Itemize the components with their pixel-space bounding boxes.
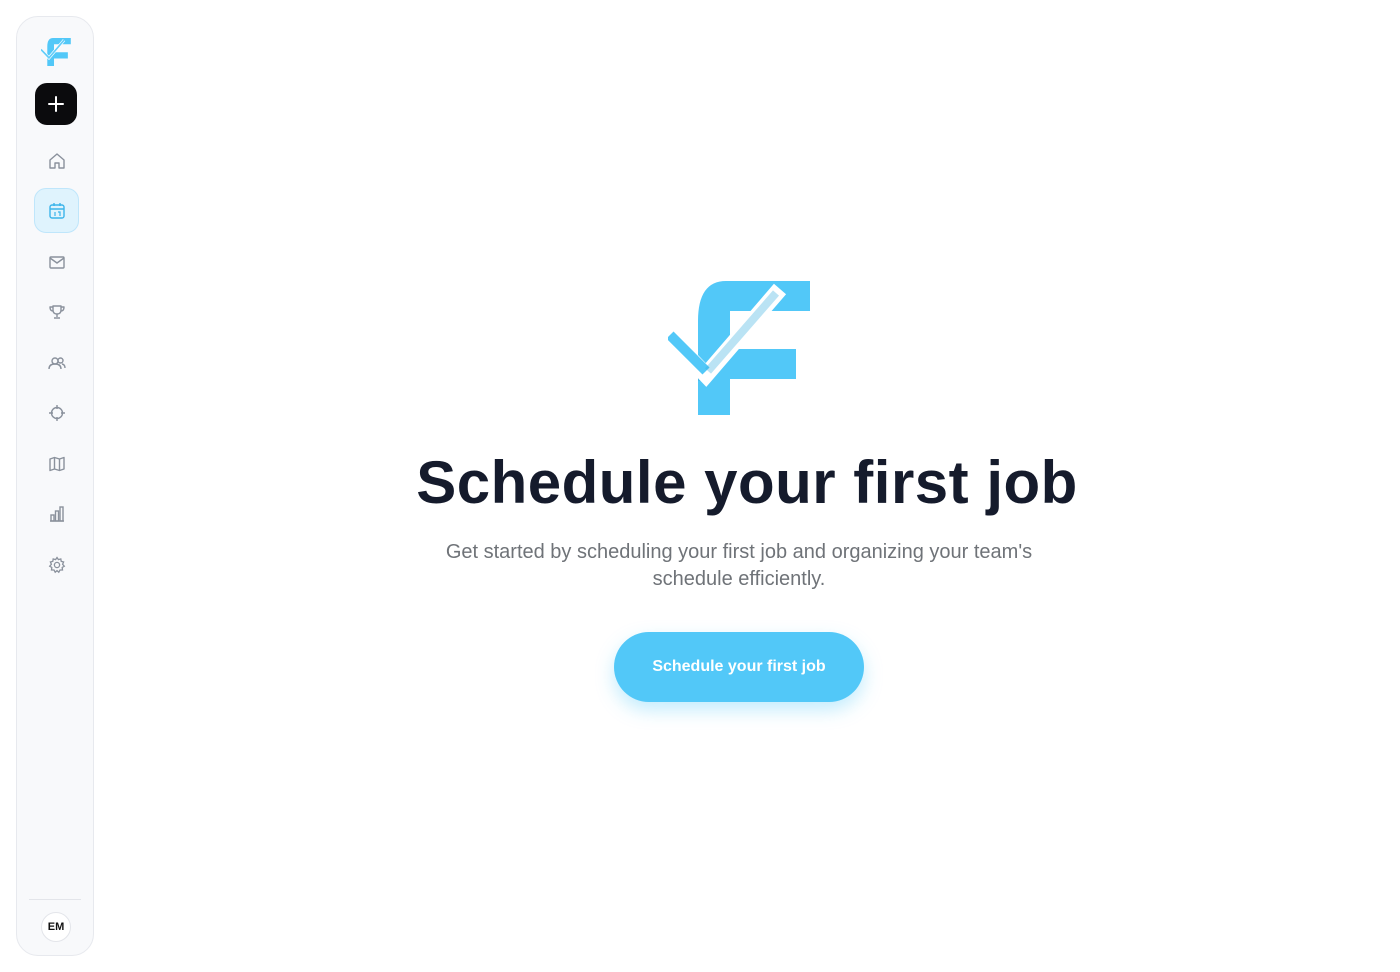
calendar-icon [48,202,65,219]
user-avatar[interactable]: EM [41,912,71,942]
nav-achievements[interactable] [34,289,79,334]
hero-brand-logo-icon [668,281,810,415]
brand-logo-icon[interactable] [41,37,71,67]
nav-schedule[interactable] [34,188,79,233]
page-title: Schedule your first job [416,449,1078,516]
trophy-icon [48,304,65,319]
schedule-first-job-button[interactable]: Schedule your first job [614,632,864,702]
nav-reports[interactable] [34,491,79,536]
nav-team[interactable] [34,340,79,385]
page-subtitle: Get started by scheduling your first job… [445,541,1033,590]
map-icon [48,456,65,471]
mail-icon [48,255,65,269]
sidebar-divider [29,899,81,900]
home-icon [48,152,65,169]
sidebar: EM [16,16,94,956]
nav-map[interactable] [34,441,79,486]
nav-targets[interactable] [34,390,79,435]
gear-icon [48,555,65,573]
crosshair-icon [48,404,65,421]
users-icon [47,356,66,369]
plus-icon [48,96,64,112]
nav-settings[interactable] [34,542,79,587]
bar-chart-icon [49,505,64,522]
nav-home[interactable] [34,138,79,183]
new-item-button[interactable] [35,83,77,125]
nav-messages[interactable] [34,239,79,284]
